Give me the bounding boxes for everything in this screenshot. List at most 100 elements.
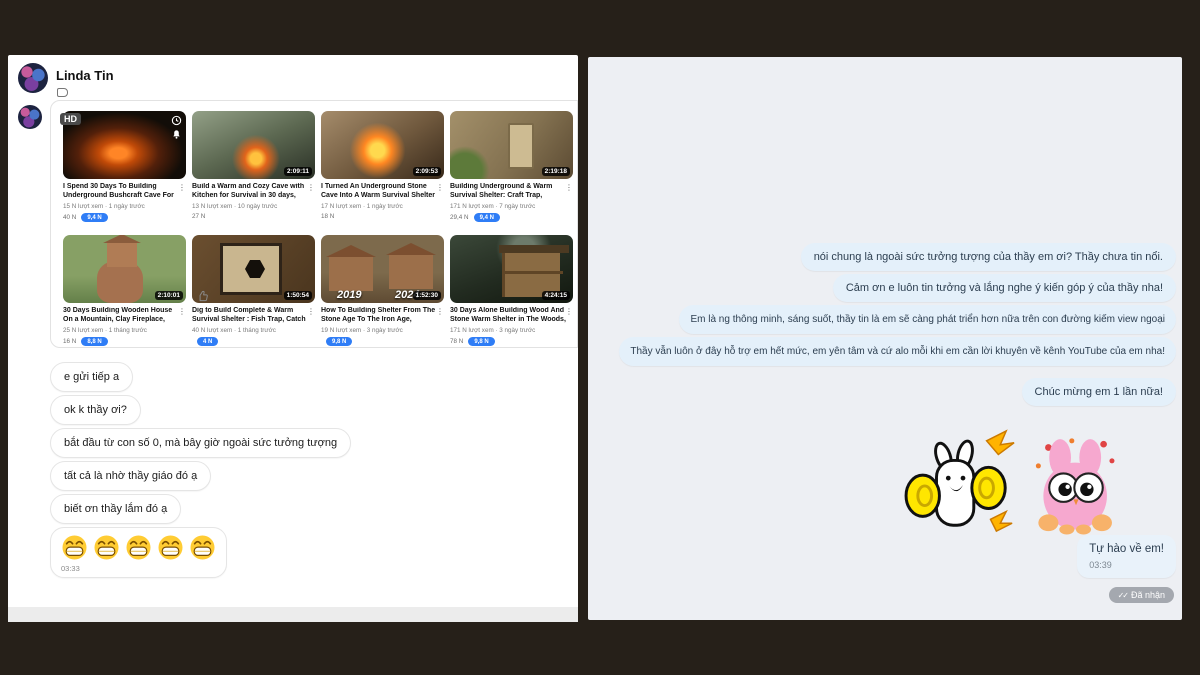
left-chat-panel: Linda Tin HD I Spend 30 Days To Building… bbox=[8, 55, 578, 622]
video-thumbnail: 2:09:11 bbox=[192, 111, 315, 179]
grinning-face-emoji bbox=[93, 534, 120, 561]
video-thumbnail: 2:10:01 bbox=[63, 235, 186, 303]
year-label: 2019 bbox=[337, 289, 361, 301]
note-icon bbox=[57, 88, 68, 97]
watch-later-icon bbox=[171, 115, 182, 126]
contact-name: Linda Tin bbox=[56, 68, 114, 83]
message-bubble[interactable]: Tự hào về em! 03:39 bbox=[1077, 535, 1176, 578]
video-thumbnail: 2:09:53 bbox=[321, 111, 444, 179]
video-badge: 4 N bbox=[197, 337, 218, 346]
video-likes: 16 N bbox=[63, 338, 76, 345]
pink-bunny-hearts-sticker[interactable] bbox=[1030, 435, 1122, 537]
video-badge: 9,8 N bbox=[326, 337, 352, 346]
emoji-message-bubble[interactable]: 03:33 bbox=[50, 527, 227, 578]
video-duration: 1:52:30 bbox=[413, 291, 441, 300]
video-title: How To Building Shelter From The Stone A… bbox=[321, 307, 444, 325]
video-likes: 27 N bbox=[192, 213, 205, 220]
shared-image-message[interactable]: HD I Spend 30 Days To Building Undergrou… bbox=[50, 100, 578, 348]
right-chat-panel: nói chung là ngoài sức tưởng tượng của t… bbox=[588, 57, 1182, 620]
video-duration: 2:19:18 bbox=[542, 167, 570, 176]
grinning-emoji-row bbox=[61, 534, 216, 561]
message-bubble[interactable]: Chúc mừng em 1 lần nữa! bbox=[1022, 378, 1176, 406]
video-card[interactable]: 2:10:01 30 Days Building Wooden House On… bbox=[63, 235, 186, 346]
more-options-icon[interactable]: ⋮ bbox=[436, 183, 444, 192]
hut-2024-art bbox=[389, 255, 433, 289]
video-card[interactable]: I Spend 30 Days To Building Underground … bbox=[63, 111, 186, 222]
message-bubble[interactable]: bắt đầu từ con số 0, mà bây giờ ngoài sứ… bbox=[50, 428, 351, 458]
video-badge: 9,4 N bbox=[474, 213, 500, 222]
video-likes: 40 N bbox=[63, 214, 76, 221]
more-options-icon[interactable]: ⋮ bbox=[565, 307, 573, 316]
grinning-face-emoji bbox=[189, 534, 216, 561]
video-thumbnail bbox=[63, 111, 186, 179]
video-duration: 2:09:11 bbox=[284, 167, 312, 176]
video-card[interactable]: 2:09:53 I Turned An Underground Stone Ca… bbox=[321, 111, 444, 222]
message-text: Tự hào về em! bbox=[1089, 543, 1164, 555]
outgoing-messages: nói chung là ngoài sức tưởng tượng của t… bbox=[592, 243, 1176, 406]
more-options-icon[interactable]: ⋮ bbox=[178, 183, 186, 192]
message-bubble[interactable]: Cảm ơn e luôn tin tưởng và lắng nghe ý k… bbox=[833, 274, 1176, 302]
grinning-face-emoji bbox=[157, 534, 184, 561]
video-stats: 17 N lượt xem · 1 ngày trước bbox=[321, 203, 444, 210]
video-title: Dig to Build Complete & Warm Survival Sh… bbox=[192, 307, 315, 325]
double-check-icon: ✓✓ bbox=[1118, 591, 1127, 600]
sticker-row bbox=[904, 429, 1122, 537]
video-title: 30 Days Building Wooden House On a Mount… bbox=[63, 307, 186, 325]
video-duration: 4:24:15 bbox=[542, 291, 570, 300]
message-bubble[interactable]: Thầy vẫn luôn ở đây hỗ trợ em hết mức, e… bbox=[619, 337, 1176, 366]
message-timestamp: 03:33 bbox=[61, 564, 216, 573]
video-likes: 29,4 N bbox=[450, 214, 469, 221]
video-badge: 9,8 N bbox=[468, 337, 494, 346]
hd-badge: HD bbox=[60, 113, 81, 125]
message-bubble[interactable]: tất cả là nhờ thầy giáo đó ạ bbox=[50, 461, 211, 491]
video-stats: 171 N lượt xem · 7 ngày trước bbox=[450, 203, 573, 210]
video-badge: 8,8 N bbox=[81, 337, 107, 346]
avatar[interactable] bbox=[18, 63, 48, 93]
video-thumbnail: 2:19:18 bbox=[450, 111, 573, 179]
video-thumbnail: 2019 2024 1:52:30 bbox=[321, 235, 444, 303]
mud-tower-art bbox=[97, 261, 143, 303]
message-bubble[interactable]: Em là ng thông minh, sáng suốt, thầy tin… bbox=[679, 305, 1176, 334]
video-stats: 25 N lượt xem · 1 tháng trước bbox=[63, 327, 186, 334]
video-card[interactable]: 1:50:54 Dig to Build Complete & Warm Sur… bbox=[192, 235, 315, 346]
rabbit-cymbals-sticker[interactable] bbox=[904, 429, 1022, 537]
video-grid: I Spend 30 Days To Building Underground … bbox=[63, 111, 575, 346]
more-options-icon[interactable]: ⋮ bbox=[307, 183, 315, 192]
shelter-door-art bbox=[508, 123, 534, 169]
video-card[interactable]: 2:19:18 Building Underground & Warm Surv… bbox=[450, 111, 573, 222]
thumbs-up-icon[interactable] bbox=[196, 289, 210, 303]
more-options-icon[interactable]: ⋮ bbox=[436, 307, 444, 316]
video-title: I Turned An Underground Stone Cave Into … bbox=[321, 183, 444, 201]
hex-shelter-art bbox=[220, 243, 282, 295]
video-card[interactable]: 2019 2024 1:52:30 How To Building Shelte… bbox=[321, 235, 444, 346]
video-duration: 2:09:53 bbox=[413, 167, 441, 176]
message-bubble[interactable]: ok k thầy ơi? bbox=[50, 395, 141, 425]
message-bubble[interactable]: biết ơn thầy lắm đó ạ bbox=[50, 494, 181, 524]
screen: Linda Tin HD I Spend 30 Days To Building… bbox=[0, 0, 1200, 675]
delivery-status-label: Đã nhận bbox=[1131, 590, 1165, 600]
video-likes: 18 N bbox=[321, 213, 334, 220]
video-thumbnail: 4:24:15 bbox=[450, 235, 573, 303]
panel-footer-strip bbox=[8, 607, 578, 622]
more-options-icon[interactable]: ⋮ bbox=[307, 307, 315, 316]
video-card[interactable]: 4:24:15 30 Days Alone Building Wood And … bbox=[450, 235, 573, 346]
more-options-icon[interactable]: ⋮ bbox=[565, 183, 573, 192]
video-badge: 9,4 N bbox=[81, 213, 107, 222]
hut-2019-art bbox=[329, 257, 373, 291]
avatar[interactable] bbox=[18, 105, 42, 129]
message-bubble[interactable]: e gửi tiếp a bbox=[50, 362, 133, 392]
video-duration: 1:50:54 bbox=[284, 291, 312, 300]
video-stats: 171 N lượt xem · 3 ngày trước bbox=[450, 327, 573, 334]
video-stats: 13 N lượt xem · 10 ngày trước bbox=[192, 203, 315, 210]
video-duration: 2:10:01 bbox=[155, 291, 183, 300]
more-options-icon[interactable]: ⋮ bbox=[178, 307, 186, 316]
video-stats: 15 N lượt xem · 1 ngày trước bbox=[63, 203, 186, 210]
video-stats: 19 N lượt xem · 3 ngày trước bbox=[321, 327, 444, 334]
wooden-house-art bbox=[107, 243, 137, 267]
video-likes: 78 N bbox=[450, 338, 463, 345]
grinning-face-emoji bbox=[61, 534, 88, 561]
video-title: I Spend 30 Days To Building Underground … bbox=[63, 183, 186, 201]
video-card[interactable]: 2:09:11 Build a Warm and Cozy Cave with … bbox=[192, 111, 315, 222]
video-title: 30 Days Alone Building Wood And Stone Wa… bbox=[450, 307, 573, 325]
message-bubble[interactable]: nói chung là ngoài sức tưởng tượng của t… bbox=[801, 243, 1176, 271]
